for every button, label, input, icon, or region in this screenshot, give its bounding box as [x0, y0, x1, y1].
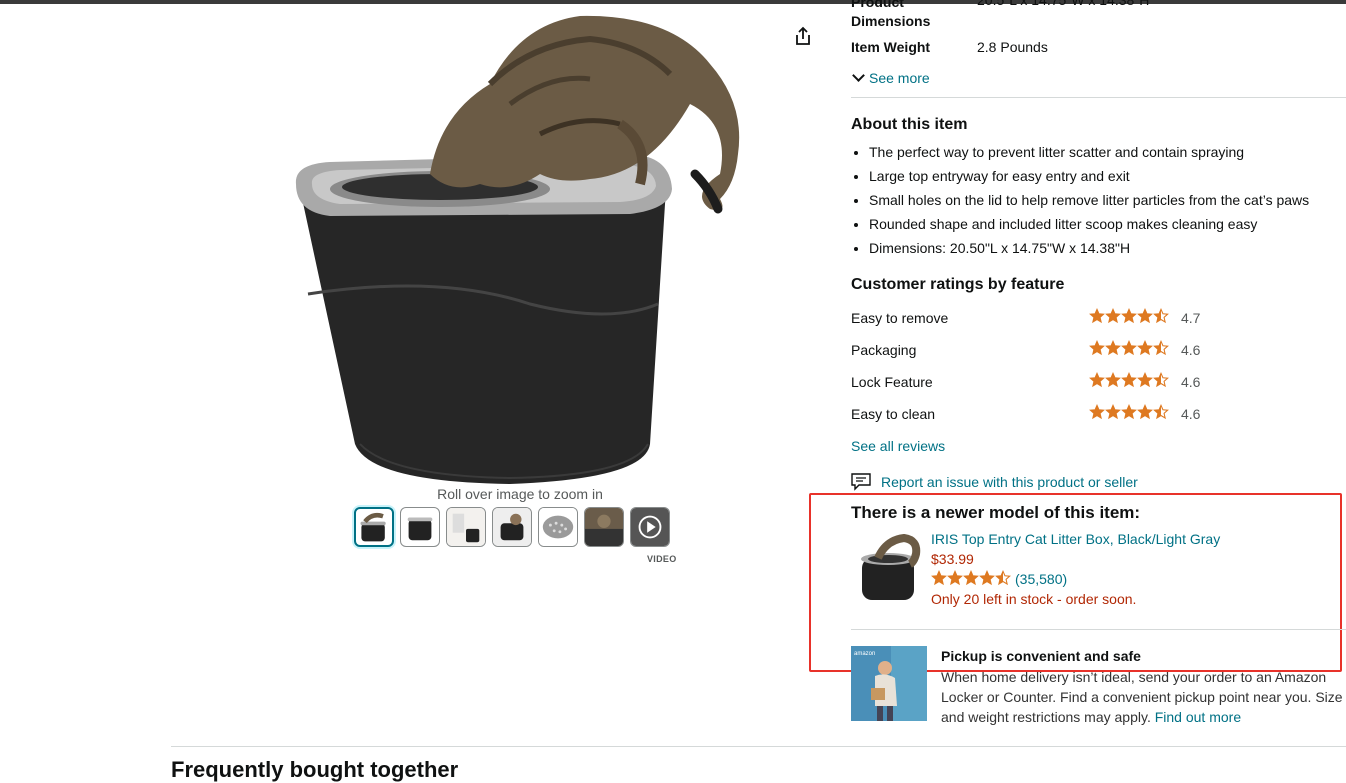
about-bullet: Large top entryway for easy entry and ex…: [869, 164, 1309, 188]
newer-model-price: $33.99: [931, 551, 974, 567]
main-product-image[interactable]: [290, 4, 750, 486]
star-rating-icon: [1089, 404, 1169, 420]
zoom-hint: Roll over image to zoom in: [437, 486, 603, 502]
newer-model-title: There is a newer model of this item:: [851, 503, 1141, 522]
star-rating-icon[interactable]: [931, 570, 1011, 586]
divider-specs: [851, 97, 1346, 98]
newer-model-rating-count-link[interactable]: (35,580): [1015, 571, 1067, 587]
feature-rating-row: Easy to remove 4.7: [851, 308, 1211, 330]
spec-dimensions-key-line1: Product: [851, 0, 904, 10]
about-bullet: Rounded shape and included litter scoop …: [869, 212, 1309, 236]
thumbnail-video[interactable]: [630, 507, 670, 547]
spec-dimensions-value: 20.5"L x 14.75"W x 14.38"H: [977, 0, 1150, 8]
see-more-link[interactable]: See more: [851, 69, 930, 86]
spec-weight-key: Item Weight: [851, 39, 931, 55]
svg-text:amazon: amazon: [854, 651, 875, 657]
pickup-title: Pickup is convenient and safe: [941, 648, 1141, 664]
feature-rating-value: 4.6: [1181, 374, 1201, 390]
thumbnail-5[interactable]: [538, 507, 578, 547]
spec-dimensions-key-line2: Dimensions: [851, 13, 931, 29]
feature-rating-value: 4.7: [1181, 310, 1201, 326]
share-icon[interactable]: [792, 25, 814, 47]
video-label: VIDEO: [647, 554, 677, 564]
about-bullet: Small holes on the lid to help remove li…: [869, 188, 1309, 212]
thumbnail-2[interactable]: [400, 507, 440, 547]
find-out-more-link[interactable]: Find out more: [1155, 709, 1241, 725]
feature-rating-row: Lock Feature 4.6: [851, 372, 1211, 394]
thumbnail-3[interactable]: [446, 507, 486, 547]
newer-model-image[interactable]: [856, 533, 924, 602]
pickup-body: When home delivery isn’t ideal, send you…: [941, 669, 1343, 725]
thumbnail-1[interactable]: [354, 507, 394, 547]
thumbnail-4[interactable]: [492, 507, 532, 547]
feature-ratings-title: Customer ratings by feature: [851, 276, 1065, 293]
comment-icon[interactable]: [851, 473, 871, 491]
about-bullet: The perfect way to prevent litter scatte…: [869, 140, 1309, 164]
thumbnail-strip: [354, 507, 670, 547]
star-rating-icon: [1089, 308, 1169, 324]
divider-fbt: [171, 746, 1346, 747]
feature-rating-row: Easy to clean 4.6: [851, 404, 1211, 426]
see-all-reviews-link[interactable]: See all reviews: [851, 438, 945, 454]
feature-rating-label: Packaging: [851, 342, 917, 358]
litter-box-with-cat-image: [295, 15, 740, 484]
pickup-text: When home delivery isn’t ideal, send you…: [941, 667, 1346, 727]
about-bullet: Dimensions: 20.50"L x 14.75"W x 14.38"H: [869, 236, 1309, 260]
feature-rating-label: Lock Feature: [851, 374, 933, 390]
star-rating-icon: [1089, 340, 1169, 356]
newer-model-stock: Only 20 left in stock - order soon.: [931, 591, 1137, 607]
feature-rating-label: Easy to remove: [851, 310, 949, 326]
feature-rating-value: 4.6: [1181, 342, 1201, 358]
thumbnail-6[interactable]: [584, 507, 624, 547]
feature-rating-label: Easy to clean: [851, 406, 936, 422]
newer-model-name-link[interactable]: IRIS Top Entry Cat Litter Box, Black/Lig…: [931, 531, 1220, 547]
report-issue-link[interactable]: Report an issue with this product or sel…: [881, 474, 1138, 490]
chevron-down-icon: [852, 69, 865, 82]
feature-rating-value: 4.6: [1181, 406, 1201, 422]
star-rating-icon: [1089, 372, 1169, 388]
frequently-bought-together-title: Frequently bought together: [171, 757, 459, 782]
about-title: About this item: [851, 116, 968, 133]
see-more-label: See more: [869, 70, 930, 86]
about-bullets: The perfect way to prevent litter scatte…: [851, 140, 1309, 260]
spec-weight-value: 2.8 Pounds: [977, 39, 1048, 55]
pickup-promo-image: amazon: [851, 646, 927, 721]
divider-pickup: [851, 629, 1346, 630]
feature-rating-row: Packaging 4.6: [851, 340, 1211, 362]
